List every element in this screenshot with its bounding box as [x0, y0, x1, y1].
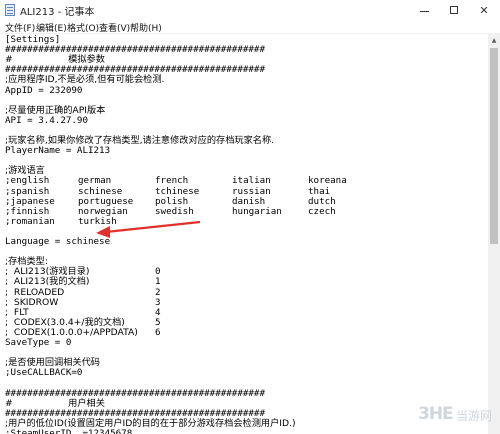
annotation-arrow-icon	[96, 220, 201, 238]
watermark-logo: 3HE	[418, 404, 454, 424]
watermark: 3HE 当游网	[418, 404, 498, 430]
watermark-text: 当游网	[456, 409, 493, 423]
